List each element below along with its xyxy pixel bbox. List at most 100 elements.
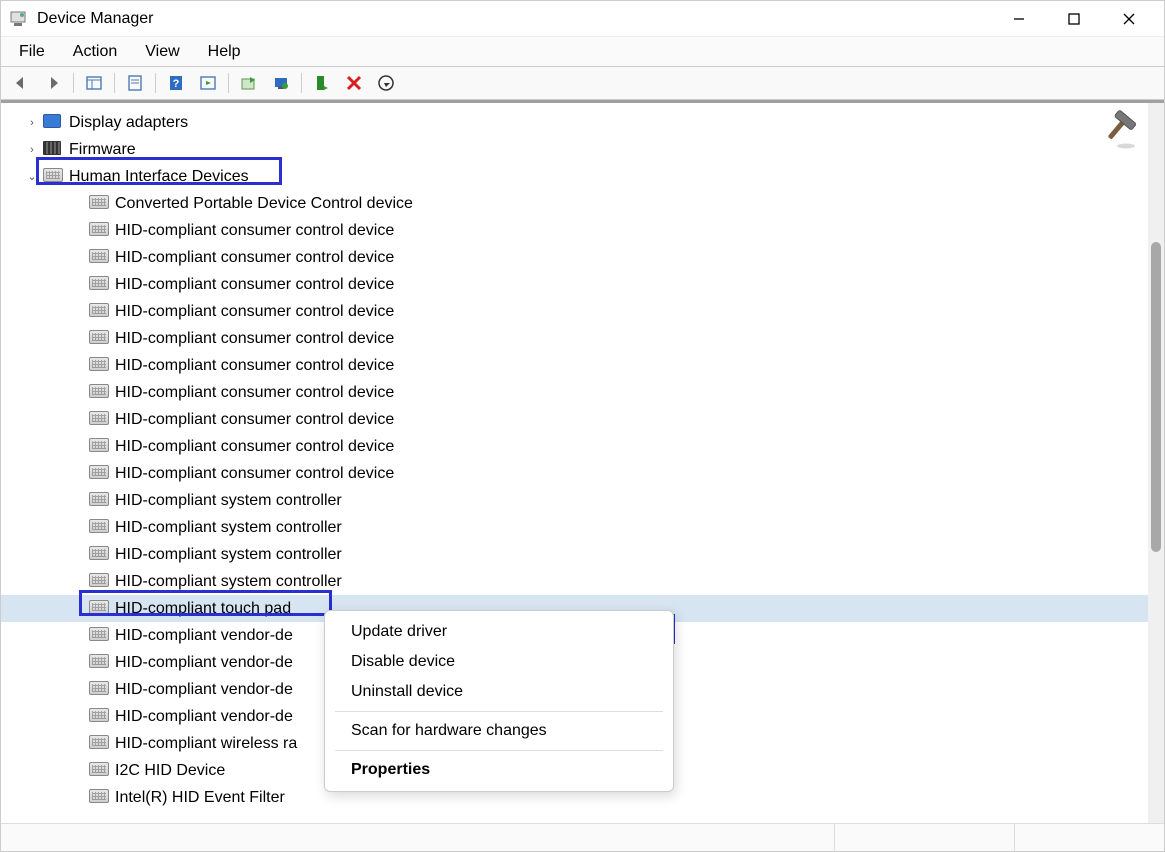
help-toolbar-button[interactable]: ? — [162, 70, 190, 96]
tree-device-item[interactable]: HID-compliant consumer control device — [1, 460, 1148, 487]
dev-icon-icon — [89, 600, 109, 618]
menu-help[interactable]: Help — [196, 39, 253, 65]
display-icon-icon — [43, 114, 63, 132]
menu-view[interactable]: View — [133, 39, 191, 65]
tree-item-label: HID-compliant system controller — [115, 546, 342, 564]
app-icon — [9, 10, 27, 28]
toolbar-separator — [155, 73, 156, 93]
dev-icon-icon — [89, 519, 109, 537]
update-driver-toolbar-button[interactable] — [235, 70, 263, 96]
tree-item-label: HID-compliant wireless ra — [115, 735, 297, 753]
tree-item-label: Intel(R) HID Event Filter — [115, 789, 285, 807]
ctx-disable-device[interactable]: Disable device — [325, 647, 673, 677]
ctx-separator — [335, 711, 663, 712]
tree-item-label: HID-compliant vendor-de — [115, 654, 293, 672]
show-hide-tree-button[interactable] — [80, 70, 108, 96]
tree-item-label: HID-compliant vendor-de — [115, 681, 293, 699]
statusbar — [1, 823, 1164, 851]
tree-item-label: HID-compliant consumer control device — [115, 357, 394, 375]
tree-item-label: HID-compliant consumer control device — [115, 465, 394, 483]
tree-category-hid[interactable]: ⌄ Human Interface Devices — [1, 163, 1148, 190]
dev-icon-icon — [89, 222, 109, 240]
titlebar: Device Manager — [1, 1, 1164, 36]
firmware-icon-icon — [43, 141, 63, 159]
dev-icon-icon — [89, 249, 109, 267]
ctx-scan-hardware[interactable]: Scan for hardware changes — [325, 716, 673, 746]
tree-item-label: Converted Portable Device Control device — [115, 195, 413, 213]
tree-item-label: HID-compliant consumer control device — [115, 438, 394, 456]
tree-device-item[interactable]: HID-compliant consumer control device — [1, 244, 1148, 271]
close-button[interactable] — [1101, 3, 1156, 35]
tree-item-label: HID-compliant consumer control device — [115, 222, 394, 240]
dev-icon-icon — [89, 195, 109, 213]
hammer-icon — [1096, 109, 1138, 155]
tree-category-display-adapters[interactable]: › Display adapters — [1, 109, 1148, 136]
dev-icon-icon — [89, 708, 109, 726]
tree-device-item[interactable]: HID-compliant system controller — [1, 487, 1148, 514]
properties-toolbar-button[interactable] — [121, 70, 149, 96]
toolbar-separator — [228, 73, 229, 93]
minimize-button[interactable] — [991, 3, 1046, 35]
chevron-right-icon[interactable]: › — [25, 144, 39, 156]
tree-item-label: HID-compliant system controller — [115, 519, 342, 537]
tree-item-label: HID-compliant system controller — [115, 573, 342, 591]
uninstall-device-toolbar-button[interactable] — [340, 70, 368, 96]
toolbar-separator — [73, 73, 74, 93]
dev-icon-icon — [89, 330, 109, 348]
tree-item-label: HID-compliant consumer control device — [115, 249, 394, 267]
tree-device-item[interactable]: HID-compliant consumer control device — [1, 352, 1148, 379]
tree-item-label: Firmware — [69, 141, 136, 159]
tree-device-item[interactable]: HID-compliant system controller — [1, 514, 1148, 541]
tree-item-label: Human Interface Devices — [69, 168, 249, 186]
tree-device-item[interactable]: HID-compliant consumer control device — [1, 379, 1148, 406]
tree-device-item[interactable]: HID-compliant consumer control device — [1, 433, 1148, 460]
dev-icon-icon — [89, 438, 109, 456]
dev-icon-icon — [43, 168, 63, 186]
dev-icon-icon — [89, 492, 109, 510]
dev-icon-icon — [89, 627, 109, 645]
toolbar-separator — [114, 73, 115, 93]
tree-device-item[interactable]: HID-compliant system controller — [1, 541, 1148, 568]
tree-category-firmware[interactable]: › Firmware — [1, 136, 1148, 163]
back-button[interactable] — [7, 70, 35, 96]
tree-device-item[interactable]: HID-compliant consumer control device — [1, 406, 1148, 433]
toolbar: ? — [1, 66, 1164, 100]
ctx-properties[interactable]: Properties — [325, 755, 673, 785]
dev-icon-icon — [89, 681, 109, 699]
chevron-down-icon[interactable]: ⌄ — [25, 170, 39, 183]
tree-item-label: HID-compliant consumer control device — [115, 411, 394, 429]
tree-item-label: Display adapters — [69, 114, 188, 132]
dev-icon-icon — [89, 411, 109, 429]
tree-device-item[interactable]: HID-compliant system controller — [1, 568, 1148, 595]
dev-icon-icon — [89, 546, 109, 564]
enable-device-toolbar-button[interactable] — [308, 70, 336, 96]
menu-file[interactable]: File — [7, 39, 57, 65]
device-manager-window: Device Manager File Action View Help ? › — [0, 0, 1165, 852]
ctx-uninstall-device[interactable]: Uninstall device — [325, 677, 673, 707]
menu-action[interactable]: Action — [61, 39, 129, 65]
scan-hardware-toolbar-button[interactable] — [267, 70, 295, 96]
maximize-button[interactable] — [1046, 3, 1101, 35]
action-toolbar-button[interactable] — [194, 70, 222, 96]
vertical-scrollbar[interactable] — [1148, 103, 1164, 823]
tree-item-label: HID-compliant consumer control device — [115, 276, 394, 294]
tree-item-label: HID-compliant consumer control device — [115, 330, 394, 348]
chevron-right-icon[interactable]: › — [25, 117, 39, 129]
disable-device-toolbar-button[interactable] — [372, 70, 400, 96]
tree-device-item[interactable]: HID-compliant consumer control device — [1, 271, 1148, 298]
dev-icon-icon — [89, 384, 109, 402]
dev-icon-icon — [89, 735, 109, 753]
dev-icon-icon — [89, 762, 109, 780]
tree-device-item[interactable]: HID-compliant consumer control device — [1, 298, 1148, 325]
window-title: Device Manager — [37, 10, 991, 28]
tree-item-label: HID-compliant touch pad — [115, 600, 291, 618]
forward-button[interactable] — [39, 70, 67, 96]
scrollbar-thumb[interactable] — [1151, 242, 1161, 552]
ctx-update-driver[interactable]: Update driver — [325, 617, 673, 647]
tree-device-item[interactable]: Converted Portable Device Control device — [1, 190, 1148, 217]
tree-device-item[interactable]: HID-compliant consumer control device — [1, 217, 1148, 244]
tree-device-item[interactable]: HID-compliant consumer control device — [1, 325, 1148, 352]
dev-icon-icon — [89, 573, 109, 591]
dev-icon-icon — [89, 654, 109, 672]
toolbar-separator — [301, 73, 302, 93]
